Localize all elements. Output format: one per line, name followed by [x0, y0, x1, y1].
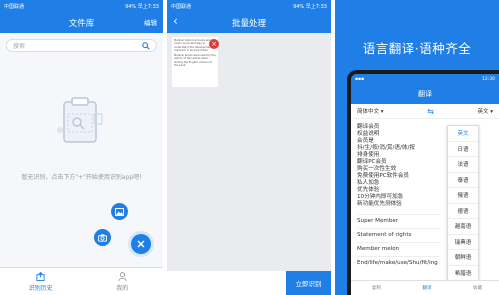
tab-mine[interactable]: 我的	[82, 268, 164, 295]
search-icon[interactable]	[142, 41, 150, 50]
phone-title: 翻译	[418, 90, 432, 98]
source-language-label: 简体中文	[357, 109, 380, 115]
status-bar: 中国联通 94% 早上7:33	[167, 0, 331, 12]
chinese-line: 翻译会员	[357, 124, 380, 130]
phone-mockup: ▪▪▪ 12:30 翻译 简体中文 ▾ ⇆ 英文 ▾ 翻译会员 权益说明 会员是 抖/…	[347, 70, 499, 295]
app-header: 文件库 编辑	[0, 12, 163, 33]
language-option[interactable]: 法语	[448, 157, 478, 173]
tab-history-label: 识别历史	[28, 284, 53, 292]
image-fab[interactable]	[111, 203, 128, 220]
footer-spacer	[167, 271, 286, 295]
doc-paragraph: Medical books were used by the author of…	[174, 54, 216, 68]
language-option[interactable]: 日语	[448, 142, 478, 157]
back-chevron-icon[interactable]: ‹	[173, 15, 178, 28]
status-bar: 中国联通 94% 早上7:33	[0, 0, 163, 12]
status-right-text: 94% 早上7:33	[125, 3, 159, 10]
empty-clipboard-icon	[57, 97, 103, 143]
search-input[interactable]: 搜索	[6, 39, 157, 52]
image-icon	[115, 207, 124, 216]
phone-time: 12:30	[482, 76, 495, 82]
recognize-now-button[interactable]: 立即识别	[286, 271, 331, 295]
edit-button[interactable]: 编辑	[144, 17, 157, 27]
phone-status-bar: ▪▪▪ 12:30	[351, 74, 499, 84]
language-option[interactable]: 朝鲜语	[448, 250, 478, 266]
language-bar: 简体中文 ▾ ⇆ 英文 ▾	[351, 104, 499, 119]
slogan-text: 语言翻译·语种齐全	[362, 41, 472, 56]
translation-results: 翻译会员 权益说明 会员是 抖/生/按/消/赏/语/体/按 排身使用 翻译PC会员 购买一次…	[357, 124, 441, 270]
chinese-line: 私人加急	[357, 180, 380, 186]
user-icon	[118, 271, 127, 281]
tab-mine-label: 我的	[116, 284, 129, 292]
phone-header: 翻译	[351, 84, 499, 104]
language-dropdown: 英文日语法语泰语俄语德语越南语瑞典语朝鲜语希腊语荷兰语	[447, 125, 479, 295]
language-option[interactable]: 德语	[448, 204, 478, 219]
language-option[interactable]: 泰语	[448, 173, 478, 188]
bottom-nav: 识别历史 我的	[0, 267, 163, 295]
page-title: 文件库	[68, 18, 95, 29]
chinese-line: 权益说明	[357, 131, 380, 137]
source-language-select[interactable]: 简体中文 ▾	[357, 107, 384, 115]
camera-fab[interactable]	[94, 229, 111, 246]
english-text-block: Super Member Statement of rights Member me…	[357, 214, 441, 270]
chinese-line: 10分钟内即可加急	[357, 194, 404, 200]
chinese-line: 优先体验	[357, 187, 380, 193]
english-line: Super Member	[357, 214, 441, 228]
search-placeholder: 搜索	[13, 43, 26, 50]
app-header: ‹ 批量处理	[167, 12, 331, 33]
camera-icon	[98, 233, 107, 242]
language-option[interactable]: 越南语	[448, 219, 478, 235]
translation-promo: 语言翻译·语种齐全 ▪▪▪ 12:30 翻译 简体中文 ▾ ⇆ 英文 ▾ 翻译会…	[335, 0, 499, 295]
batch-process-screen: 中国联通 94% 早上7:33 ‹ 批量处理 Medical historica…	[167, 0, 331, 295]
chinese-line: 排身使用	[357, 152, 380, 158]
english-line: Member melon	[357, 242, 441, 256]
favorite-tab[interactable]: 收藏	[473, 285, 482, 291]
language-option[interactable]: 俄语	[448, 188, 478, 204]
copy-tab[interactable]: 复制	[372, 285, 381, 291]
chinese-line: 会员是	[357, 138, 374, 144]
language-option[interactable]: 瑞典语	[448, 235, 478, 250]
target-language-label: 英文	[477, 109, 489, 115]
carrier-text: 中国联通	[171, 3, 192, 10]
english-line: End/life/make/use/Shu/fit/ing	[357, 256, 441, 270]
chinese-line: 免费使用PC软件会员	[357, 173, 410, 179]
chinese-line: 抖/生/按/消/赏/语/体/按	[357, 145, 415, 151]
phone-bottom-nav: 复制 翻译 收藏	[351, 280, 499, 295]
chinese-line: 购买一次性生效	[357, 166, 397, 172]
english-line: Statement of rights	[357, 228, 441, 242]
close-icon	[137, 240, 145, 248]
translate-tab[interactable]: 翻译	[422, 285, 431, 291]
delete-icon[interactable]: ×	[209, 39, 219, 49]
language-option[interactable]: 希腊语	[448, 266, 478, 281]
batch-footer: 立即识别	[167, 271, 331, 295]
signal-icon: ▪▪▪	[355, 76, 365, 82]
file-library-screen: 中国联通 94% 早上7:33 文件库 编辑 搜索 暂无识别，点击下方"+"开始…	[0, 0, 163, 295]
tab-history[interactable]: 识别历史	[0, 268, 82, 295]
carrier-text: 中国联通	[4, 3, 25, 10]
upload-icon	[36, 271, 45, 281]
target-language-select[interactable]: 英文 ▾	[477, 107, 493, 115]
chinese-line: 翻译PC会员	[357, 159, 387, 165]
page-title: 批量处理	[231, 18, 266, 29]
language-option[interactable]: 英文	[448, 126, 478, 142]
chinese-line: 新功能优先测体验	[357, 201, 402, 207]
swap-languages-icon[interactable]: ⇆	[427, 107, 434, 116]
empty-state-text: 暂无识别，点击下方"+"开始使用识别app吧!	[21, 174, 142, 181]
status-right-text: 94% 早上7:33	[293, 3, 327, 10]
close-fab[interactable]	[131, 234, 151, 254]
chinese-text-block: 翻译会员 权益说明 会员是 抖/生/按/消/赏/语/体/按 排身使用 翻译PC会员 购买一次…	[357, 124, 441, 208]
